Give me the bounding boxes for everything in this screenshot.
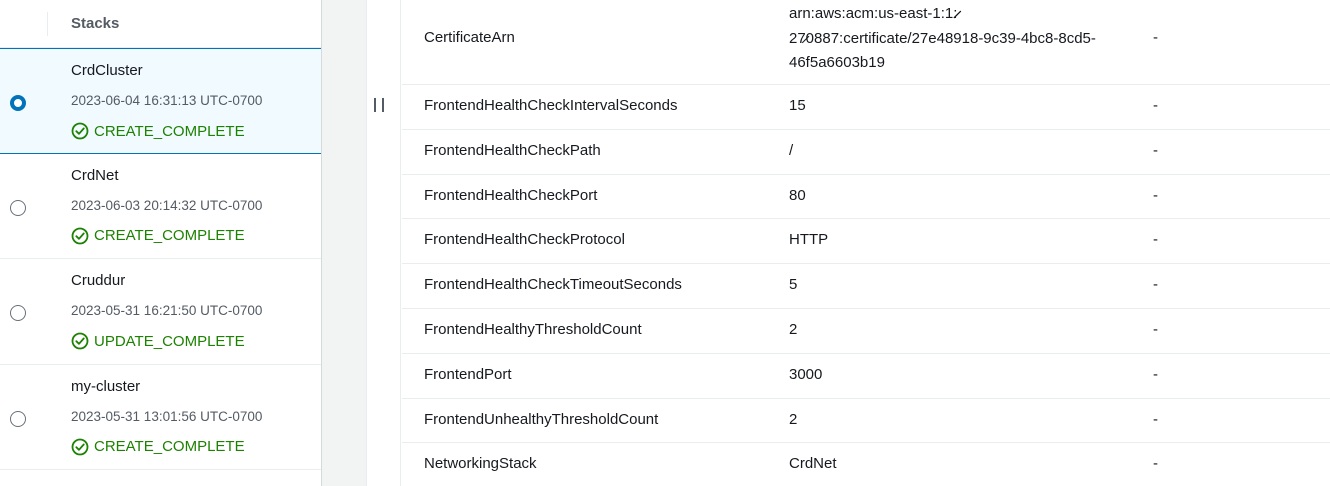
parameter-value: 5 bbox=[789, 276, 798, 294]
parameter-value: 3000 bbox=[789, 365, 823, 383]
stack-created-time: 2023-06-03 20:14:32 UTC-0700 bbox=[71, 197, 263, 213]
stack-status: UPDATE_COMPLETE bbox=[71, 332, 245, 350]
stacks-panel: Stacks CrdCluster 2023-06-04 16:31:13 UT… bbox=[0, 0, 322, 486]
stack-status-label: CREATE_COMPLETE bbox=[94, 438, 245, 455]
check-circle-icon bbox=[71, 332, 89, 350]
stack-name[interactable]: CrdCluster bbox=[71, 62, 143, 79]
split-panel-resize-handle[interactable] bbox=[366, 0, 401, 486]
stack-created-time: 2023-05-31 13:01:56 UTC-0700 bbox=[71, 408, 263, 424]
parameter-value: 15 bbox=[789, 97, 806, 114]
drag-handle-icon[interactable] bbox=[374, 98, 384, 112]
parameter-key: FrontendHealthCheckTimeoutSeconds bbox=[424, 276, 682, 294]
table-row: FrontendPort 3000 - bbox=[402, 354, 1330, 399]
stack-name[interactable]: CrdNet bbox=[71, 167, 119, 184]
parameter-resolved-value: - bbox=[1153, 231, 1158, 249]
stack-status-label: UPDATE_COMPLETE bbox=[94, 332, 245, 350]
parameter-value: 2 bbox=[789, 410, 798, 428]
check-circle-icon bbox=[71, 227, 89, 244]
table-row: FrontendHealthCheckIntervalSeconds 15 - bbox=[402, 85, 1330, 130]
parameter-key: FrontendHealthCheckPath bbox=[424, 141, 601, 159]
parameter-key: NetworkingStack bbox=[424, 455, 537, 473]
stack-status: CREATE_COMPLETE bbox=[71, 122, 245, 140]
parameter-resolved-value: - bbox=[1153, 276, 1158, 294]
table-row: FrontendHealthCheckProtocol HTTP - bbox=[402, 219, 1330, 265]
check-circle-icon bbox=[71, 122, 89, 140]
parameter-key: FrontendHealthCheckIntervalSeconds bbox=[424, 97, 678, 114]
parameter-value: 2 bbox=[789, 320, 798, 338]
parameter-key: CertificateArn bbox=[424, 29, 515, 46]
parameter-resolved-value: - bbox=[1153, 97, 1158, 114]
table-row: FrontendHealthCheckPath / - bbox=[402, 130, 1330, 175]
column-divider bbox=[47, 12, 48, 36]
radio-button[interactable] bbox=[10, 199, 26, 216]
parameter-resolved-value: - bbox=[1153, 320, 1158, 338]
parameter-key: FrontendHealthCheckPort bbox=[424, 186, 598, 204]
table-row: FrontendHealthCheckTimeoutSeconds 5 - bbox=[402, 264, 1330, 309]
stack-item-my-cluster[interactable]: my-cluster 2023-05-31 13:01:56 UTC-0700 … bbox=[0, 364, 321, 470]
parameter-value: HTTP bbox=[789, 231, 829, 249]
stack-created-time: 2023-06-04 16:31:13 UTC-0700 bbox=[71, 93, 263, 108]
parameter-key: FrontendUnhealthyThresholdCount bbox=[424, 410, 659, 428]
parameter-value: 80 bbox=[789, 186, 806, 204]
stack-item-crdcluster[interactable]: CrdCluster 2023-06-04 16:31:13 UTC-0700 … bbox=[0, 48, 321, 154]
parameter-resolved-value: - bbox=[1153, 455, 1158, 473]
parameter-value: CrdNet bbox=[789, 455, 837, 473]
table-row: FrontendHealthCheckPort 80 - bbox=[402, 175, 1330, 220]
stacks-column-header: Stacks bbox=[71, 15, 120, 32]
stack-status-label: CREATE_COMPLETE bbox=[94, 227, 245, 244]
parameter-resolved-value: - bbox=[1153, 365, 1158, 383]
parameter-value: arn:aws:acm:us-east-1:1:̷̷̷ 27̷0887:cert… bbox=[789, 5, 1096, 71]
parameters-table: CertificateArn arn:aws:acm:us-east-1:1:̷… bbox=[402, 0, 1330, 486]
stack-item-crdnet[interactable]: CrdNet 2023-06-03 20:14:32 UTC-0700 CREA… bbox=[0, 153, 321, 259]
radio-button[interactable] bbox=[10, 410, 26, 427]
check-circle-icon bbox=[71, 438, 89, 455]
radio-button[interactable] bbox=[10, 305, 26, 321]
parameter-resolved-value: - bbox=[1153, 141, 1158, 159]
table-row: FrontendHealthyThresholdCount 2 - bbox=[402, 309, 1330, 354]
stack-item-cruddur[interactable]: Cruddur 2023-05-31 16:21:50 UTC-0700 UPD… bbox=[0, 259, 321, 365]
stack-name[interactable]: Cruddur bbox=[71, 272, 125, 289]
table-row: FrontendUnhealthyThresholdCount 2 - bbox=[402, 399, 1330, 444]
radio-button-selected[interactable] bbox=[10, 95, 26, 111]
stack-created-time: 2023-05-31 16:21:50 UTC-0700 bbox=[71, 303, 263, 318]
panel-gutter bbox=[322, 0, 366, 486]
parameter-key: FrontendHealthyThresholdCount bbox=[424, 320, 642, 338]
table-row: CertificateArn arn:aws:acm:us-east-1:1:̷… bbox=[402, 0, 1330, 85]
parameter-value: / bbox=[789, 141, 794, 159]
table-row: NetworkingStack CrdNet - bbox=[402, 443, 1330, 486]
stack-name[interactable]: my-cluster bbox=[71, 378, 140, 395]
parameter-resolved-value: - bbox=[1153, 29, 1158, 46]
stack-status: CREATE_COMPLETE bbox=[71, 438, 245, 456]
stacks-table-header: Stacks bbox=[0, 0, 321, 48]
parameter-resolved-value: - bbox=[1153, 410, 1158, 428]
parameter-key: FrontendPort bbox=[424, 365, 512, 383]
parameter-resolved-value: - bbox=[1153, 186, 1158, 204]
stack-status: CREATE_COMPLETE bbox=[71, 227, 245, 245]
stack-status-label: CREATE_COMPLETE bbox=[94, 122, 245, 140]
parameter-key: FrontendHealthCheckProtocol bbox=[424, 231, 625, 249]
